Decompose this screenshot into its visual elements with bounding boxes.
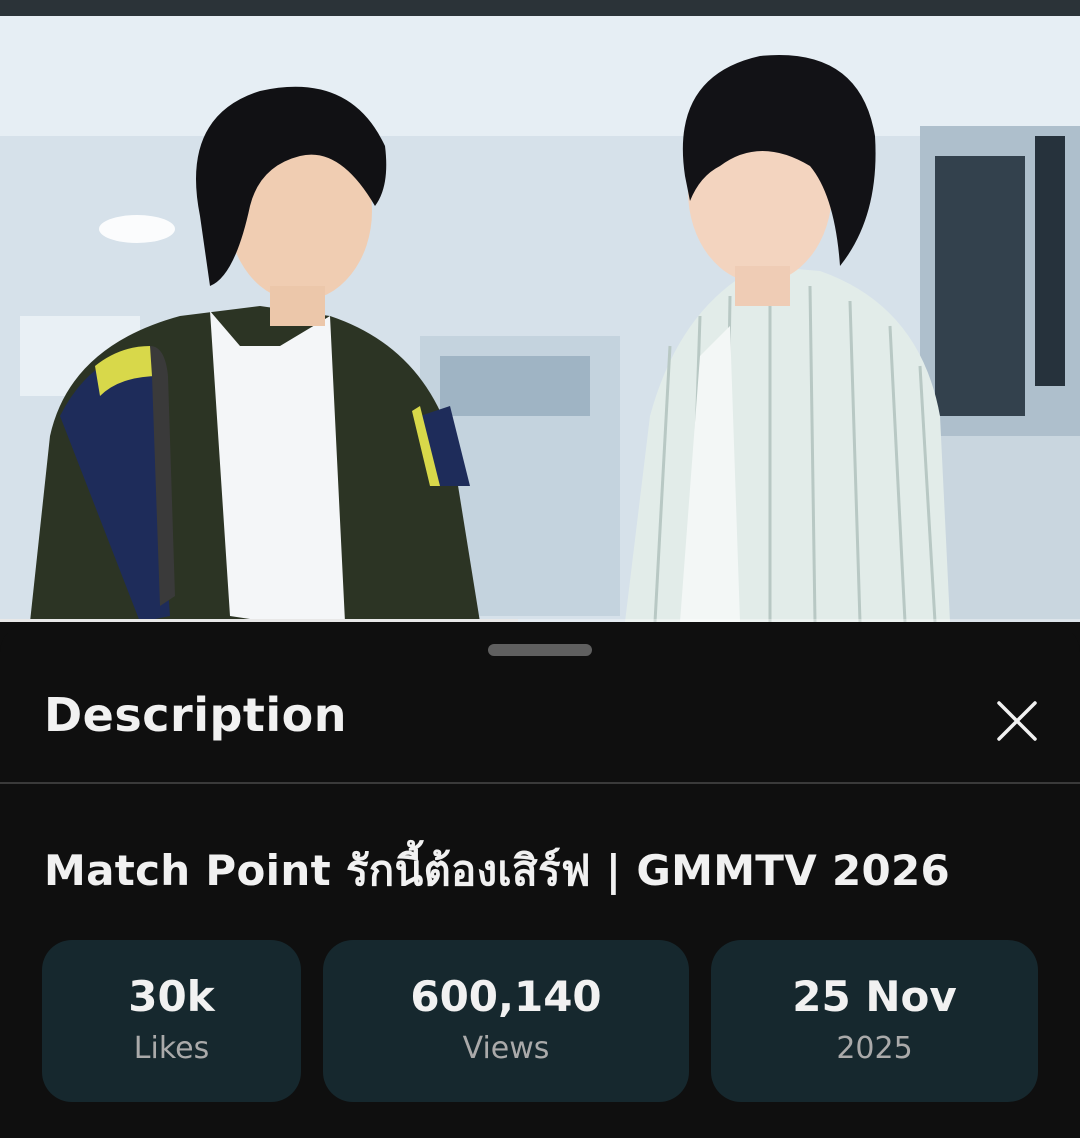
views-label: Views — [462, 1031, 550, 1066]
publish-date: 25 Nov — [792, 972, 957, 1021]
views-count: 600,140 — [410, 972, 602, 1021]
likes-label: Likes — [133, 1031, 210, 1066]
status-bar-strip — [0, 0, 1080, 16]
likes-count: 30k — [128, 972, 215, 1021]
description-sheet: Description Match Point รักนี้ต้องเสิร์ฟ… — [0, 624, 1080, 1138]
header-divider — [0, 782, 1080, 784]
video-title: Match Point รักนี้ต้องเสิร์ฟ | GMMTV 202… — [44, 846, 951, 895]
video-progress-bar[interactable] — [0, 619, 1080, 622]
close-icon — [997, 701, 1037, 741]
video-player[interactable] — [0, 16, 1080, 622]
likes-stat-card: 30k Likes — [42, 940, 301, 1102]
video-progress-fill — [0, 619, 519, 622]
publish-year: 2025 — [836, 1031, 913, 1066]
sheet-title: Description — [44, 688, 348, 742]
views-stat-card: 600,140 Views — [323, 940, 689, 1102]
close-button[interactable] — [990, 694, 1044, 748]
video-frame-image — [0, 16, 1080, 622]
date-stat-card: 25 Nov 2025 — [711, 940, 1038, 1102]
drag-handle[interactable] — [488, 644, 592, 656]
